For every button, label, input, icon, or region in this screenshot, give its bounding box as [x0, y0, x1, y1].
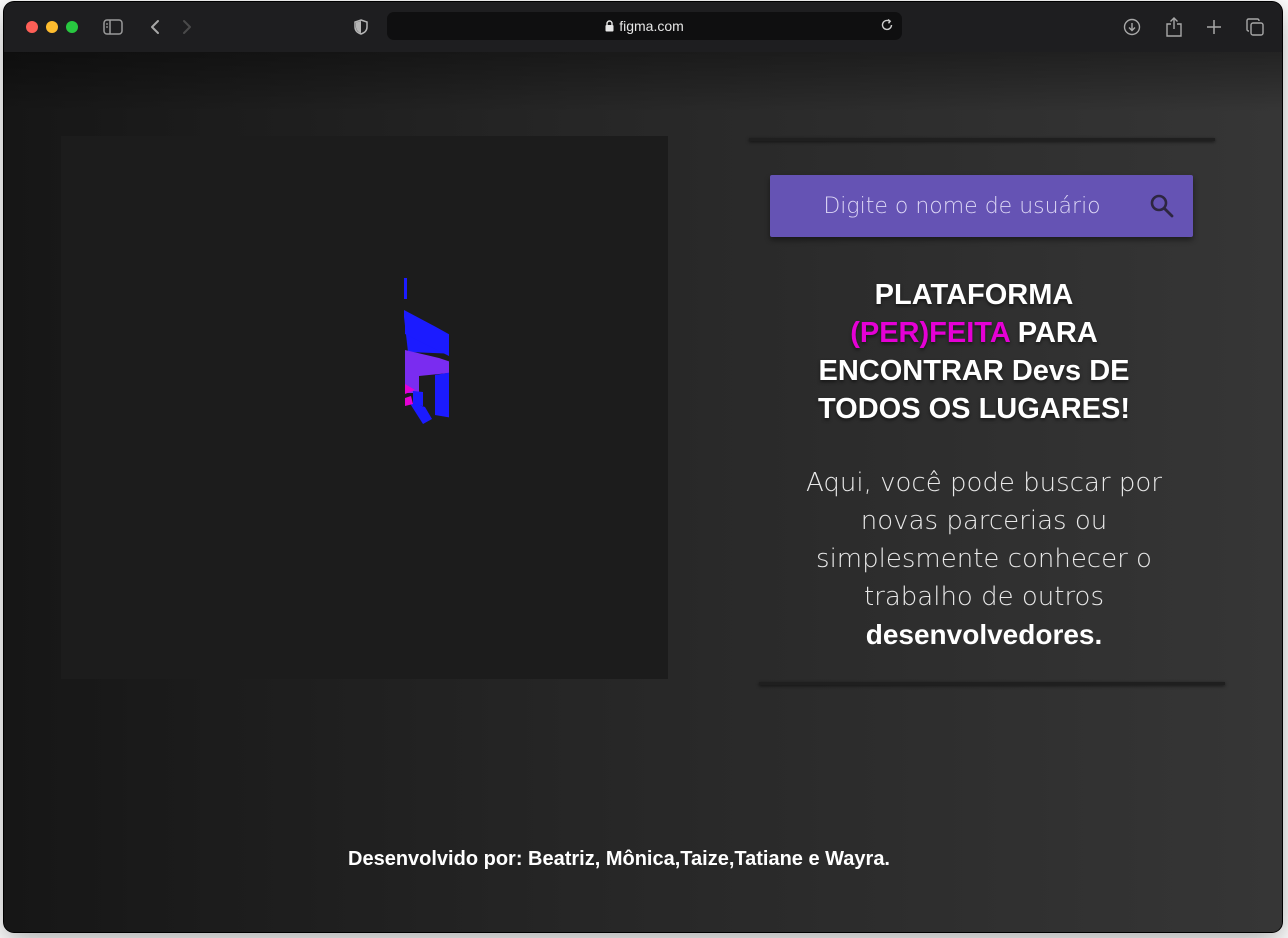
username-search-input[interactable]: [770, 175, 1142, 237]
minimize-window-button[interactable]: [46, 21, 58, 33]
footer-credits: Desenvolvido por: Beatriz, Mônica,Taize,…: [348, 848, 890, 870]
headline: PLATAFORMA (PER)FEITA PARA ENCONTRAR Dev…: [774, 276, 1174, 428]
headline-line-1: PLATAFORMA: [874, 279, 1074, 311]
page-content: PLATAFORMA (PER)FEITA PARA ENCONTRAR Dev…: [4, 52, 1282, 932]
hero-image: [61, 136, 668, 679]
url-text: figma.com: [619, 18, 684, 34]
download-icon[interactable]: [1122, 15, 1142, 39]
sidebar-icon[interactable]: [102, 15, 124, 39]
shield-icon[interactable]: [353, 15, 369, 39]
address-bar[interactable]: figma.com: [387, 12, 902, 40]
zoom-window-button[interactable]: [66, 21, 78, 33]
section-divider-top: [749, 138, 1215, 141]
headline-line-4: TODOS OS LUGARES!: [817, 393, 1131, 425]
browser-toolbar: figma.com: [4, 2, 1282, 53]
logo-mark: [404, 278, 449, 424]
tabs-overview-icon[interactable]: [1244, 15, 1266, 39]
description: Aqui, você pode buscar por novas parceri…: [784, 464, 1184, 655]
headline-line-2: (PER)FEITA PARA: [774, 314, 1174, 352]
forward-icon[interactable]: [180, 15, 194, 39]
description-emphasis: desenvolvedores.: [865, 619, 1103, 650]
browser-window: figma.com Digite o nome de usuário PLATA…: [4, 2, 1282, 932]
new-tab-icon[interactable]: [1204, 15, 1224, 39]
back-icon[interactable]: [148, 15, 162, 39]
section-divider-bottom: [759, 682, 1225, 685]
reload-icon[interactable]: [880, 18, 894, 35]
lock-icon: [605, 20, 614, 32]
user-search-bar: [770, 175, 1193, 237]
headline-line-3: ENCONTRAR Devs DE: [818, 355, 1130, 387]
headline-accent: (PER)FEITA: [850, 317, 1010, 349]
share-icon[interactable]: [1164, 15, 1184, 39]
close-window-button[interactable]: [26, 21, 38, 33]
description-text: Aqui, você pode buscar por novas parceri…: [806, 468, 1162, 612]
headline-line-2-rest: PARA: [1009, 317, 1098, 349]
search-icon[interactable]: [1149, 193, 1175, 224]
